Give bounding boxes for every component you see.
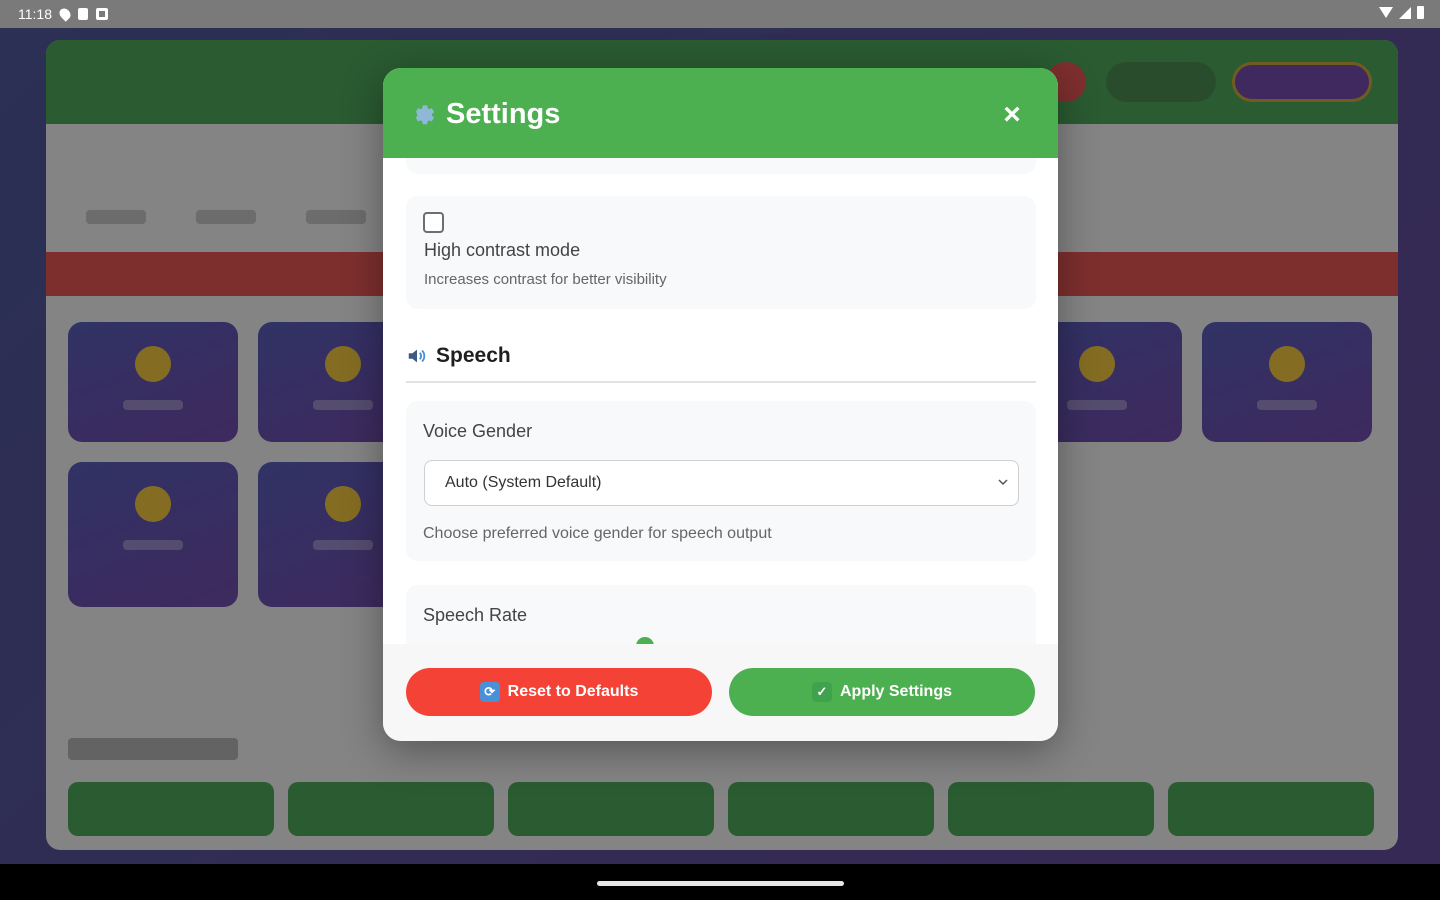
navigation-bar — [0, 864, 1440, 900]
close-button[interactable]: × — [995, 98, 1029, 132]
reset-defaults-label: Reset to Defaults — [507, 683, 639, 700]
sd-card-icon — [78, 8, 88, 20]
speech-rate-card: Speech Rate — [406, 585, 1036, 644]
high-contrast-card: High contrast mode Increases contrast fo… — [406, 196, 1036, 309]
modal-header: Settings × — [383, 68, 1058, 158]
previous-setting-card — [406, 158, 1036, 174]
speech-section-title: Speech — [436, 344, 511, 367]
status-left: 11:18 — [18, 6, 108, 22]
speaker-icon — [408, 349, 426, 363]
clock: 11:18 — [18, 6, 52, 22]
high-contrast-description: Increases contrast for better visibility — [424, 271, 667, 288]
modal-body[interactable]: High contrast mode Increases contrast fo… — [383, 158, 1058, 644]
voice-gender-value: Auto (System Default) — [445, 474, 602, 491]
voice-gender-select[interactable]: Auto (System Default) — [424, 460, 1019, 506]
status-right — [1379, 6, 1424, 19]
signal-icon — [1399, 6, 1411, 19]
apply-settings-label: Apply Settings — [839, 683, 952, 700]
voice-gender-label: Voice Gender — [423, 421, 533, 441]
status-bar: 11:18 — [0, 0, 1440, 28]
speech-rate-label: Speech Rate — [423, 605, 528, 625]
speech-section-header: Speech — [406, 344, 511, 368]
modal-title: Settings — [446, 98, 561, 130]
location-icon — [57, 6, 73, 22]
voice-gender-card: Voice Gender Auto (System Default) Choos… — [406, 401, 1036, 561]
modal-footer: ⟳ Reset to Defaults ✓ Apply Settings — [383, 644, 1058, 741]
settings-modal: Settings × High contrast mode Increases … — [383, 68, 1058, 741]
reset-defaults-button[interactable]: ⟳ Reset to Defaults — [406, 668, 712, 716]
section-divider — [406, 381, 1036, 383]
battery-icon — [1417, 6, 1424, 19]
gear-icon — [415, 105, 435, 125]
high-contrast-checkbox[interactable] — [423, 212, 444, 233]
voice-gender-help: Choose preferred voice gender for speech… — [423, 525, 772, 542]
wifi-icon — [1379, 7, 1393, 18]
chevron-down-icon — [998, 479, 1008, 486]
speech-rate-slider-thumb[interactable] — [636, 637, 654, 644]
home-gesture-handle[interactable] — [597, 881, 844, 886]
refresh-icon: ⟳ — [479, 682, 500, 702]
high-contrast-label[interactable]: High contrast mode — [424, 240, 580, 261]
notification-icon — [96, 8, 108, 20]
check-icon: ✓ — [811, 682, 832, 702]
apply-settings-button[interactable]: ✓ Apply Settings — [729, 668, 1035, 716]
